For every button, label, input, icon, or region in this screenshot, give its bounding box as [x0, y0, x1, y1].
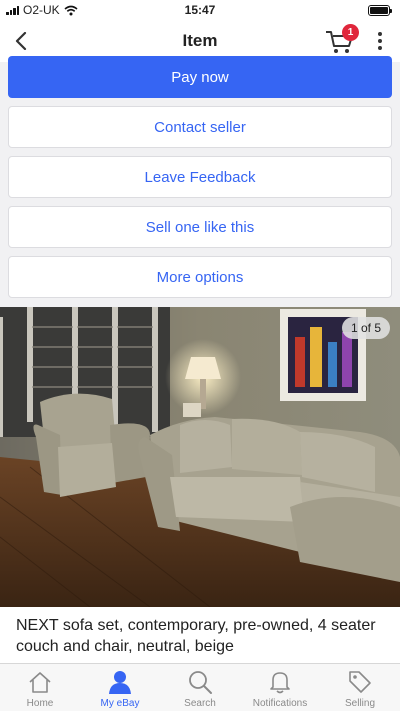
listing-title: NEXT sofa set, contemporary, pre-owned, … — [0, 607, 400, 663]
status-time: 15:47 — [184, 3, 216, 17]
dot-icon — [378, 39, 382, 43]
dot-icon — [378, 46, 382, 50]
battery-icon — [368, 5, 392, 16]
tab-label: Selling — [344, 698, 376, 709]
cart-count-badge: 1 — [342, 24, 359, 41]
dot-icon — [378, 32, 382, 36]
pay-now-button[interactable]: Pay now — [8, 56, 392, 98]
more-menu-button[interactable] — [370, 30, 390, 52]
tab-label: My eBay — [100, 698, 140, 709]
user-icon — [106, 668, 134, 696]
leave-feedback-button[interactable]: Leave Feedback — [8, 156, 392, 198]
tab-my-ebay[interactable]: My eBay — [80, 664, 160, 711]
tab-search[interactable]: Search — [160, 664, 240, 711]
status-bar: O2-UK 15:47 — [0, 0, 400, 20]
home-icon — [26, 668, 54, 696]
photo-counter: 1 of 5 — [341, 317, 390, 339]
cart-button[interactable]: 1 — [324, 24, 359, 56]
tag-icon — [346, 668, 374, 696]
contact-seller-button[interactable]: Contact seller — [8, 106, 392, 148]
search-icon — [186, 668, 214, 696]
tab-selling[interactable]: Selling — [320, 664, 400, 711]
bell-icon — [266, 668, 294, 696]
listing-photo[interactable]: 1 of 5 — [0, 307, 400, 607]
sell-one-like-this-button[interactable]: Sell one like this — [8, 206, 392, 248]
tab-label: Notifications — [252, 698, 308, 709]
tab-home[interactable]: Home — [0, 664, 80, 711]
bottom-tab-bar: Home My eBay Search Notifications Sellin… — [0, 663, 400, 711]
tab-notifications[interactable]: Notifications — [240, 664, 320, 711]
tab-label: Search — [184, 698, 216, 709]
tab-label: Home — [26, 698, 54, 709]
sofa-photo-image — [0, 307, 400, 607]
more-options-button[interactable]: More options — [8, 256, 392, 298]
